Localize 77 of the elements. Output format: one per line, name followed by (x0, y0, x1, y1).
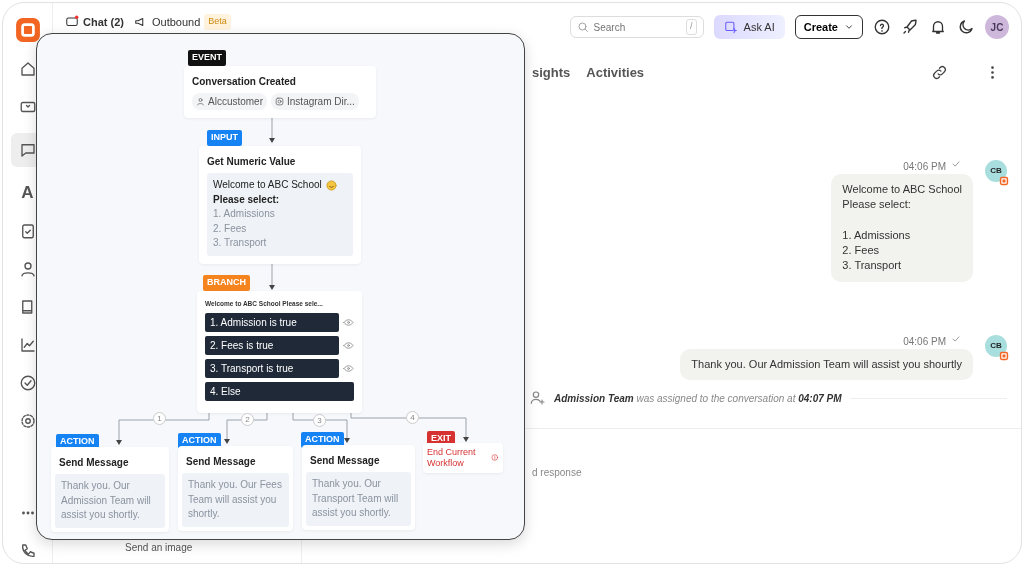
exit-title: End Current Workflow (427, 447, 477, 469)
node-title: Conversation Created (192, 75, 297, 89)
message-time: 04:06 PM (903, 334, 946, 349)
node-tag: EVENT (188, 50, 226, 66)
node-title: Send Message (58, 456, 130, 470)
ask-ai-button[interactable]: Ask AI (713, 15, 785, 39)
trigger-node[interactable]: Conversation Created Alccustomer Instagram Dir... (184, 66, 376, 118)
message-preview-box: Thank you. Our Transport Team will assist you shortly. (306, 472, 411, 526)
condition-row[interactable]: 3. Transport is true (205, 358, 339, 378)
action-node[interactable]: Send Message Thank you. Our Fees Team will assist you shortly. (178, 446, 293, 531)
instagram-icon (275, 97, 284, 106)
condition-row[interactable]: 2. Fees is true (205, 335, 339, 355)
prompt-text: Welcome to ABC School (213, 178, 322, 192)
rocket-icon[interactable] (901, 18, 919, 36)
check-circle-icon[interactable] (18, 374, 37, 392)
message-preview: Send an image (125, 541, 194, 555)
branch-number: 2 (241, 413, 254, 426)
message-preview-box: Thank you. Our Fees Team will assist you shortly. (182, 473, 289, 527)
input-node[interactable]: Get Numeric Value Welcome to ABC School Please select: 1. Admissions 2. Fees 3. Transport (199, 146, 361, 264)
node-tag: BRANCH (203, 275, 250, 291)
panel-tab[interactable]: sights (532, 63, 571, 83)
assignment-note: Admission Team was assigned to the conversation at 04:07 PM (554, 391, 842, 406)
chat-icon[interactable] (65, 15, 79, 29)
action-node[interactable]: Send Message Thank you. Our Admission Team will assist you shortly. (51, 447, 169, 532)
message-time: 04:06 PM (903, 159, 946, 174)
moon-icon[interactable] (957, 18, 975, 36)
person-icon (196, 97, 205, 106)
person-icon[interactable] (18, 260, 37, 278)
exit-node[interactable]: End Current Workflow (423, 443, 503, 473)
panel-tab[interactable]: Activities (586, 63, 645, 83)
action-node[interactable]: Send Message Thank you. Our Transport Team will assist you shortly. (302, 445, 415, 530)
top-tab[interactable]: Outbound (151, 13, 201, 31)
contact-avatar: CB (985, 159, 1007, 182)
chevron-down-icon (844, 22, 854, 32)
branch-number: 1 (153, 412, 166, 425)
search-input[interactable]: Search (593, 19, 664, 35)
option-text: 1. Admissions (213, 207, 276, 221)
info-icon (491, 452, 499, 464)
node-title: Send Message (185, 455, 257, 469)
condition-row[interactable]: 1. Admission is true (205, 312, 339, 332)
chart-icon[interactable] (18, 336, 37, 354)
create-button[interactable]: Create (794, 15, 863, 39)
option-text: 2. Fees (213, 221, 248, 236)
user-avatar[interactable]: JC (985, 15, 1009, 39)
check-icon (951, 158, 961, 169)
node-title: Send Message (309, 454, 381, 468)
check-icon (951, 333, 961, 344)
branch-number: 3 (313, 414, 326, 427)
beta-badge: Beta (204, 14, 231, 30)
link-icon[interactable] (931, 64, 948, 82)
settings-icon[interactable] (18, 412, 37, 430)
node-title: Get Numeric Value (207, 155, 297, 169)
message-bubble: Thank you. Our Admission Team will assist you shourtly (680, 348, 973, 381)
help-icon[interactable] (873, 18, 891, 36)
channel-badge-icon (999, 175, 1009, 186)
condition-row[interactable]: 4. Else (205, 381, 354, 401)
home-icon[interactable] (18, 60, 37, 78)
logo-icon (14, 17, 41, 43)
prompt-text: Please select: (213, 192, 280, 207)
message-preview-box: Thank you. Our Admission Team will assist you shortly. (55, 474, 165, 528)
channel-badge-icon (999, 350, 1009, 361)
option-text: 3. Transport (213, 236, 268, 250)
shortcut-key: / (686, 19, 697, 35)
search-icon (576, 21, 589, 33)
branch-number: 4 (406, 411, 419, 424)
chip-label: Instagram Dir... (287, 95, 355, 109)
smiley-icon (325, 179, 337, 191)
rail-item[interactable]: A (15, 181, 40, 205)
message-bubble: Welcome to ABC School Please select: 1. Admissions 2. Fees 3. Transport (831, 173, 973, 282)
contact-avatar: CB (985, 334, 1007, 357)
bell-icon[interactable] (929, 18, 947, 36)
chip-label: Alccustomer (208, 95, 263, 109)
top-tab[interactable]: Chat (2) (83, 13, 124, 31)
node-tag: INPUT (207, 130, 242, 146)
assign-user-icon (530, 390, 546, 407)
chat-icon[interactable] (18, 141, 37, 159)
message-input[interactable]: d response (532, 465, 732, 481)
